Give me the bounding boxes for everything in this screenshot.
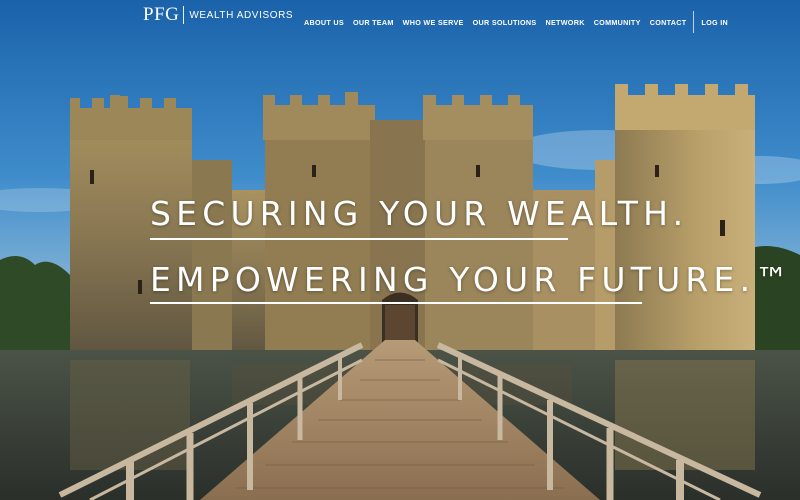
logo-name: WEALTH ADVISORS bbox=[189, 10, 294, 21]
nav-who-we-serve[interactable]: WHO WE SERVE bbox=[403, 18, 464, 27]
castle-image bbox=[0, 0, 800, 500]
nav-our-team[interactable]: OUR TEAM bbox=[353, 18, 394, 27]
hero-headline-line-2: EMPOWERING YOUR FUTURE.™ bbox=[150, 260, 794, 299]
headline-underline-2 bbox=[150, 302, 642, 304]
top-navigation-bar: PFG WEALTH ADVISORS ABOUT US OUR TEAM WH… bbox=[0, 0, 800, 33]
headline-underline-1 bbox=[150, 238, 568, 240]
nav-about-us[interactable]: ABOUT US bbox=[304, 18, 344, 27]
hero-headline-line-1: SECURING YOUR WEALTH. bbox=[150, 194, 689, 233]
brand-logo[interactable]: PFG WEALTH ADVISORS bbox=[143, 5, 293, 25]
logo-divider bbox=[183, 6, 185, 24]
nav-divider bbox=[693, 11, 695, 33]
nav-network[interactable]: NETWORK bbox=[545, 18, 584, 27]
hero-background bbox=[0, 0, 800, 500]
logo-mark: PFG bbox=[143, 4, 180, 25]
main-nav: ABOUT US OUR TEAM WHO WE SERVE OUR SOLUT… bbox=[304, 11, 737, 33]
nav-contact[interactable]: CONTACT bbox=[650, 18, 687, 27]
nav-log-in[interactable]: LOG IN bbox=[701, 18, 728, 27]
nav-community[interactable]: COMMUNITY bbox=[594, 18, 641, 27]
nav-our-solutions[interactable]: OUR SOLUTIONS bbox=[473, 18, 537, 27]
